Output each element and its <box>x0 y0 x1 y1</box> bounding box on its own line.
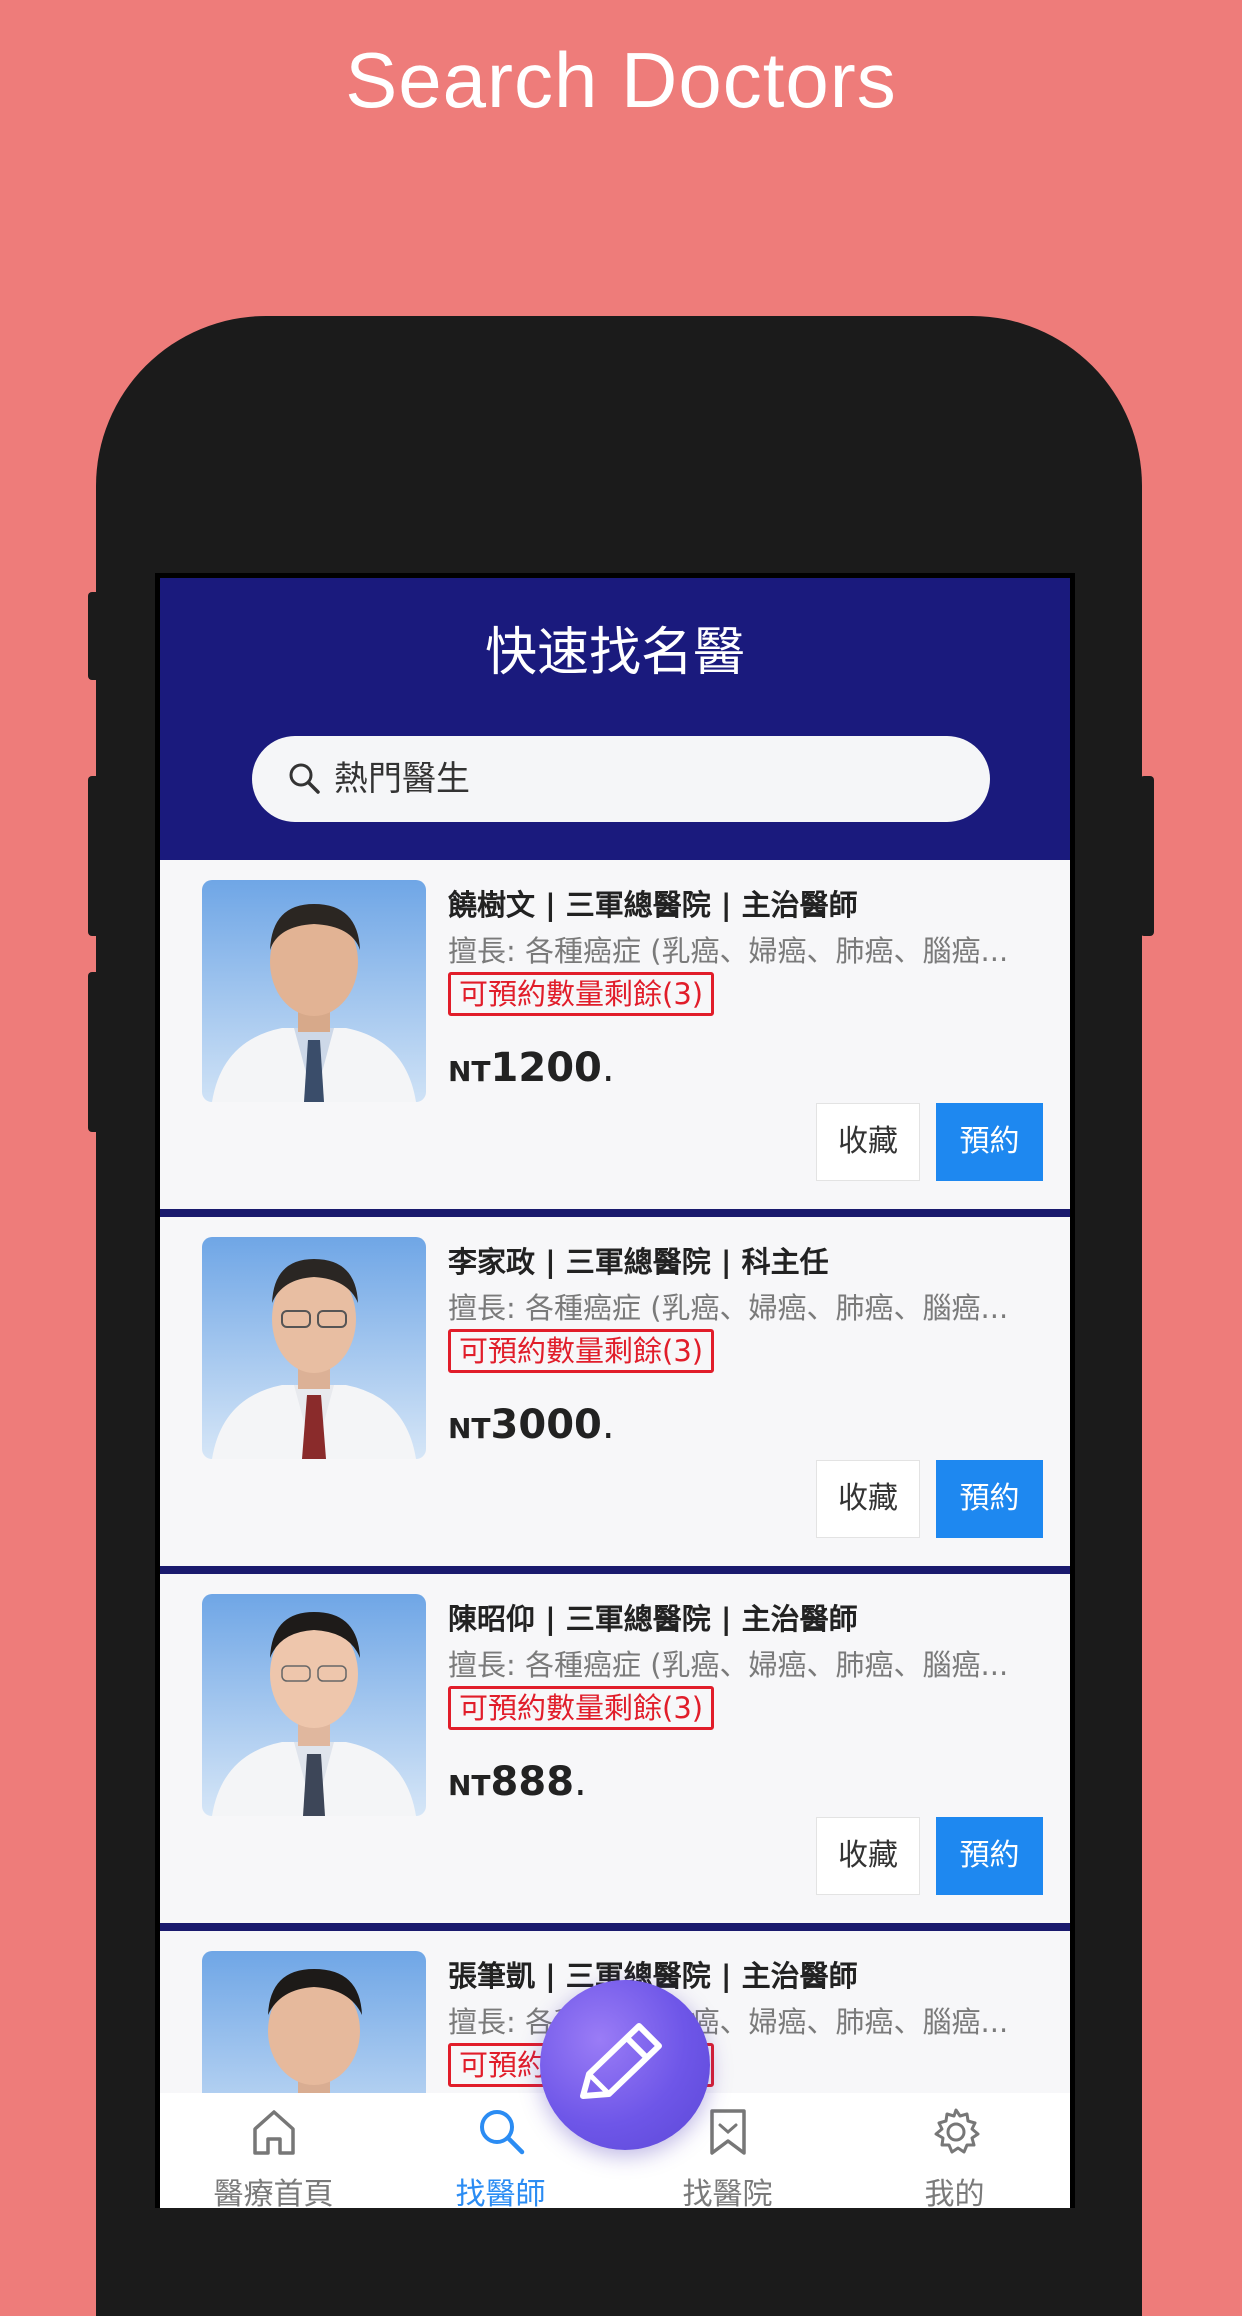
search-placeholder: 熱門醫生 <box>334 759 470 799</box>
price-value: 888 <box>490 1759 575 1805</box>
quota-badge: 可預約數量剩餘(3) <box>448 1329 715 1373</box>
search-icon <box>480 2110 525 2155</box>
page-title: 快速找名醫 <box>484 623 745 683</box>
favorite-button[interactable]: 收藏 <box>816 1817 920 1895</box>
favorite-button[interactable]: 收藏 <box>816 1460 920 1538</box>
book-button[interactable]: 預約 <box>936 1103 1043 1181</box>
doctor-price: NT888. <box>448 1759 587 1805</box>
gear-icon <box>934 2108 980 2154</box>
phone-power-button <box>1140 776 1154 936</box>
price-suffix: . <box>601 1045 615 1091</box>
doctor-title: 李家政 | 三軍總醫院 | 科主任 <box>448 1245 829 1279</box>
favorite-button[interactable]: 收藏 <box>816 1103 920 1181</box>
doctor-title: 饒樹文 | 三軍總醫院 | 主治醫師 <box>448 888 858 922</box>
app-screen: 快速找名醫 熱門醫生 饒樹文 | 三軍總醫院 | 主治醫師 擅長: 各種癌症 (… <box>155 573 1075 2208</box>
app-header: 快速找名醫 熱門醫生 <box>160 578 1070 860</box>
price-suffix: . <box>601 1402 615 1448</box>
doctor-specialty: 擅長: 各種癌症 (乳癌、婦癌、肺癌、腦癌... <box>448 934 1009 968</box>
promo-title: Search Doctors <box>345 36 897 124</box>
doctor-title: 陳昭仰 | 三軍總醫院 | 主治醫師 <box>448 1602 858 1636</box>
book-button[interactable]: 預約 <box>936 1460 1043 1538</box>
doctor-price: NT1200. <box>448 1045 615 1091</box>
doctor-price: NT3000. <box>448 1402 615 1448</box>
book-button[interactable]: 預約 <box>936 1817 1043 1895</box>
tab-find-doctor-label: 找醫師 <box>455 2177 546 2208</box>
doctor-specialty: 擅長: 各種癌症 (乳癌、婦癌、肺癌、腦癌... <box>448 2005 1009 2039</box>
tab-find-hospital-label: 找醫院 <box>682 2177 773 2208</box>
tab-home-label: 醫療首頁 <box>213 2177 334 2208</box>
tab-home[interactable]: 醫療首頁 <box>160 2093 387 2208</box>
edit-fab[interactable] <box>540 1980 710 2150</box>
price-value: 3000 <box>490 1402 602 1448</box>
bookmark-icon <box>710 2109 746 2155</box>
doctor-photo <box>202 1594 426 1816</box>
doctor-specialty: 擅長: 各種癌症 (乳癌、婦癌、肺癌、腦癌... <box>448 1291 1009 1325</box>
price-value: 1200 <box>490 1045 602 1091</box>
doctor-card[interactable]: 李家政 | 三軍總醫院 | 科主任 擅長: 各種癌症 (乳癌、婦癌、肺癌、腦癌.… <box>160 1217 1070 1574</box>
doctor-photo <box>202 1237 426 1459</box>
price-currency: NT <box>448 1769 491 1802</box>
pencil-icon <box>580 2023 662 2099</box>
quota-badge: 可預約數量剩餘(3) <box>448 972 715 1016</box>
tab-profile-label: 我的 <box>924 2177 985 2208</box>
quota-badge: 可預約數量剩餘(3) <box>448 1686 715 1730</box>
search-icon <box>289 763 320 794</box>
tab-profile[interactable]: 我的 <box>841 2093 1068 2208</box>
home-icon <box>253 2110 295 2155</box>
doctor-specialty: 擅長: 各種癌症 (乳癌、婦癌、肺癌、腦癌... <box>448 1648 1009 1682</box>
doctor-photo <box>202 880 426 1102</box>
search-input[interactable]: 熱門醫生 <box>252 736 990 822</box>
doctor-card[interactable]: 陳昭仰 | 三軍總醫院 | 主治醫師 擅長: 各種癌症 (乳癌、婦癌、肺癌、腦癌… <box>160 1574 1070 1931</box>
price-suffix: . <box>574 1759 587 1805</box>
doctor-card[interactable]: 饒樹文 | 三軍總醫院 | 主治醫師 擅長: 各種癌症 (乳癌、婦癌、肺癌、腦癌… <box>160 860 1070 1217</box>
price-currency: NT <box>448 1412 491 1445</box>
price-currency: NT <box>448 1055 491 1088</box>
